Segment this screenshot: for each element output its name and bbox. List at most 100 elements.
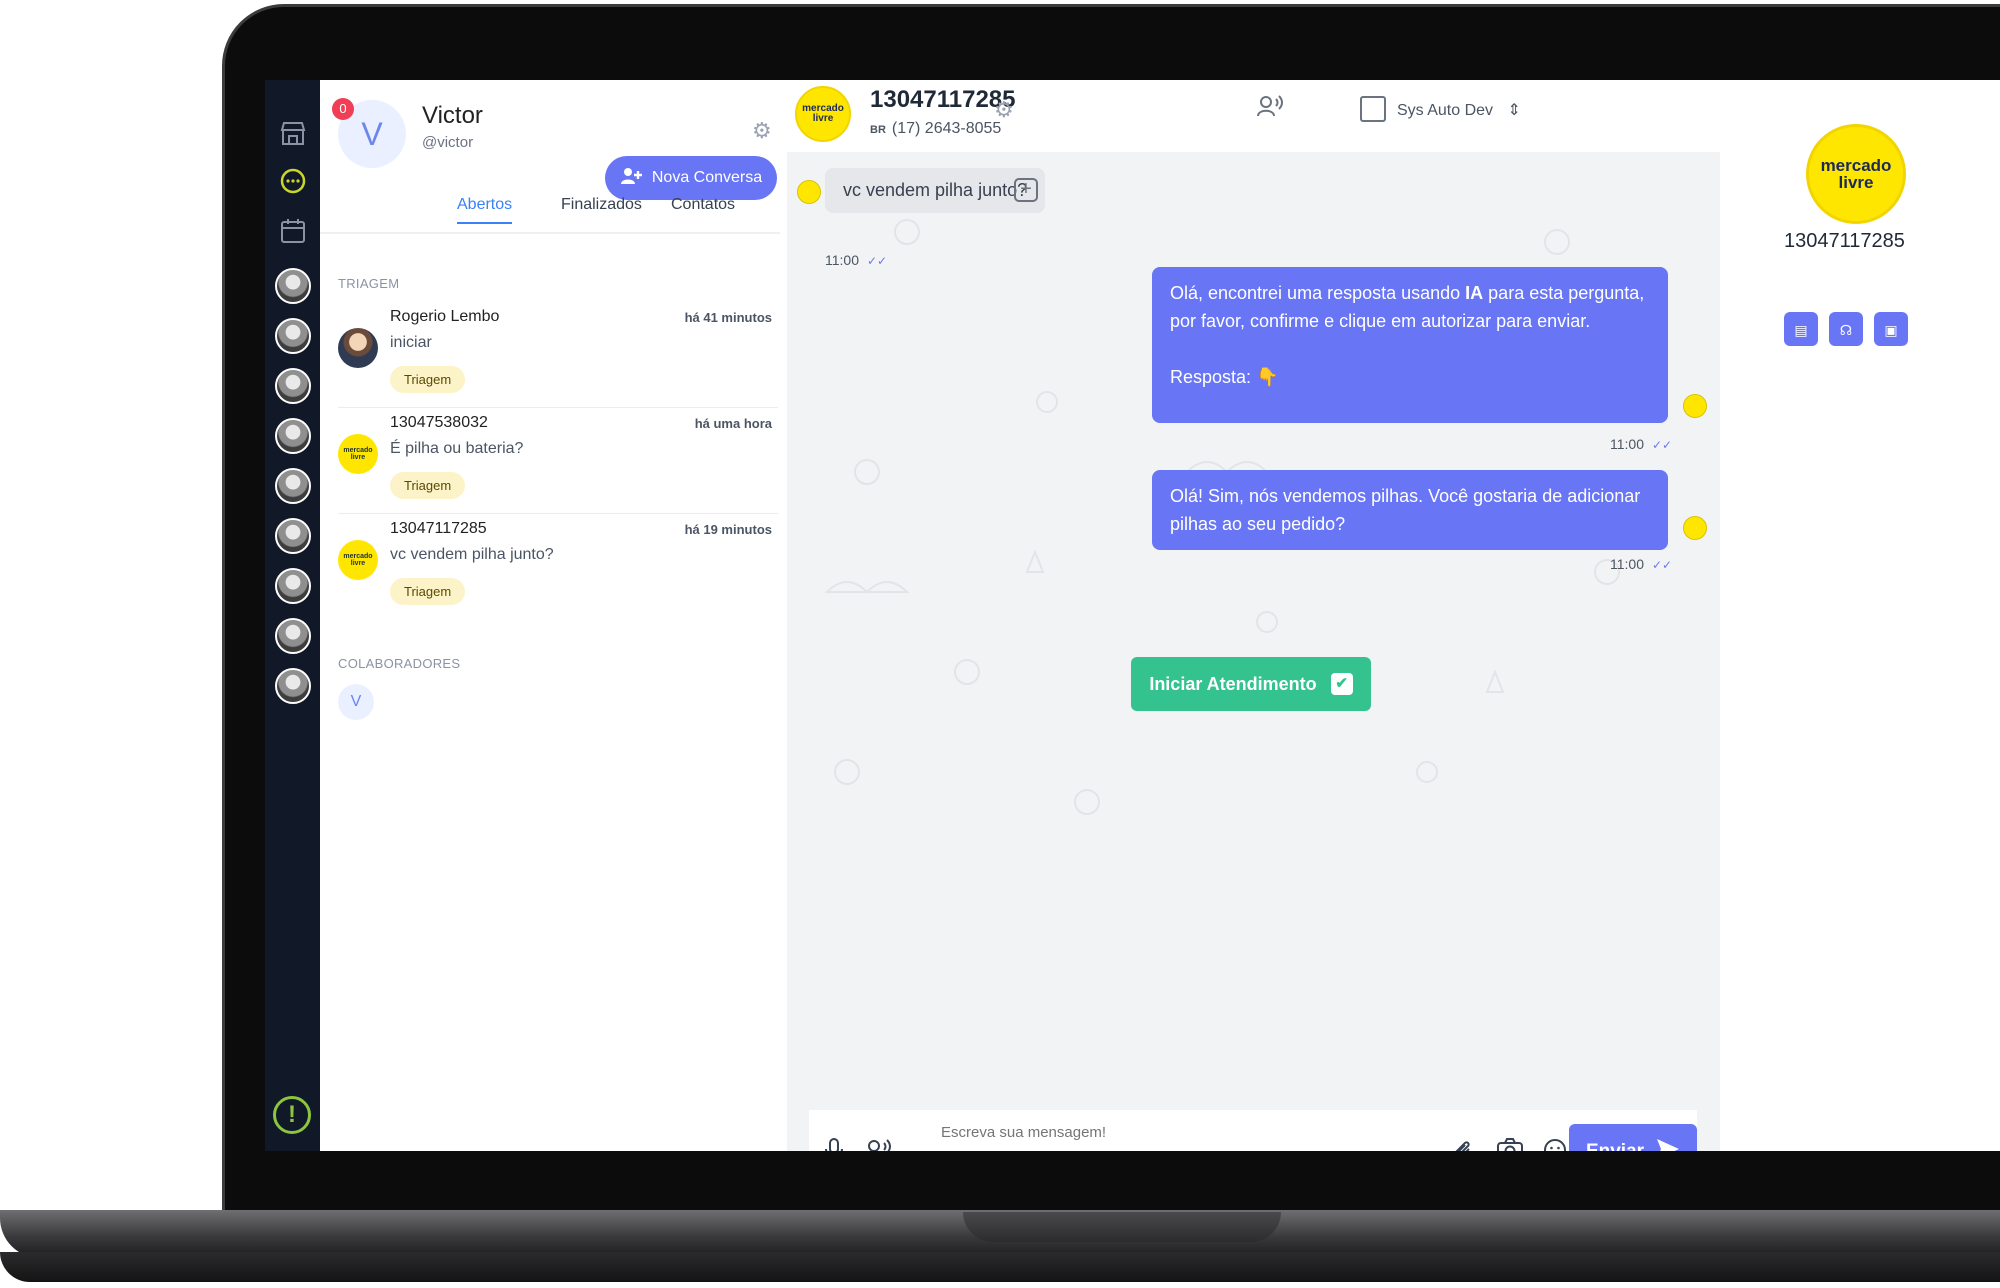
conversation-item[interactable]: mercado livre 13047117285 vc vendem pilha… xyxy=(338,512,778,620)
conversation-name: 13047117285 xyxy=(390,520,487,537)
tabs-divider xyxy=(320,232,780,234)
start-service-label: Iniciar Atendimento xyxy=(1149,673,1317,694)
user-handle: @victor xyxy=(422,134,474,151)
tab-finalizados[interactable]: Finalizados xyxy=(561,196,642,214)
new-conversation-button[interactable]: Nova Conversa xyxy=(605,156,777,200)
read-ticks-icon: ✓✓ xyxy=(1652,558,1673,572)
read-ticks-icon: ✓✓ xyxy=(867,254,888,268)
workspace-name: Sys Auto Dev xyxy=(1397,102,1494,119)
section-collaborators-label: COLABORADORES xyxy=(338,656,461,671)
mercado-livre-logo: mercado livre xyxy=(1806,124,1906,224)
mercado-livre-logo[interactable]: mercado livre xyxy=(795,86,851,142)
settings-gear-icon[interactable]: ⚙ xyxy=(752,118,772,144)
outgoing-message: Olá! Sim, nós vendemos pilhas. Você gost… xyxy=(1152,470,1668,550)
message-composer: Enviar xyxy=(809,1110,1697,1151)
message-time: 11:00 xyxy=(1610,556,1644,572)
chat-area: vc vendem pilha junto? + 11:00 ✓✓ Olá, en… xyxy=(787,152,1720,1151)
collaborator-avatar[interactable]: V xyxy=(338,684,374,720)
store-icon[interactable] xyxy=(275,118,311,154)
contact-info-panel: mercado livre 13047117285 ▤ ☊ ▣ xyxy=(1720,80,2000,1151)
outgoing-message: Olá, encontrei uma resposta usando IA pa… xyxy=(1152,267,1668,423)
message-text: Olá, encontrei uma resposta usando xyxy=(1170,283,1466,303)
collaborator-avatar[interactable] xyxy=(275,668,311,704)
message-meta: 11:00 ✓✓ xyxy=(1610,556,1672,572)
chat-bubble-icon[interactable]: ▤ xyxy=(1784,312,1818,346)
voice-user-icon[interactable]: ☊ xyxy=(1829,312,1863,346)
status-badge: Triagem xyxy=(390,366,466,393)
brand-lettering: mercado livre xyxy=(802,103,844,124)
collaborator-avatar[interactable] xyxy=(275,318,311,354)
checkbox-icon: ✔ xyxy=(1330,673,1353,695)
workspace-selector[interactable]: Sys Auto Dev ⇕ xyxy=(1397,100,1521,120)
chat-icon[interactable] xyxy=(275,166,311,202)
add-user-icon xyxy=(620,167,642,190)
send-arrow-icon xyxy=(1656,1138,1680,1151)
add-icon[interactable]: + xyxy=(1014,178,1038,202)
voice-icon[interactable] xyxy=(1257,94,1283,124)
conversation-name: 13047538032 xyxy=(390,414,488,431)
left-rail: ! xyxy=(265,80,320,1151)
start-service-button[interactable]: Iniciar Atendimento ✔ xyxy=(1131,657,1371,711)
alert-clock-icon[interactable]: ! xyxy=(273,1096,311,1134)
send-button[interactable]: Enviar xyxy=(1569,1124,1697,1151)
mercado-livre-logo xyxy=(797,180,821,204)
answer-label: Resposta: xyxy=(1170,367,1252,387)
bot-avatar xyxy=(1683,516,1707,540)
collaborator-avatar[interactable] xyxy=(275,518,311,554)
conversation-time: há 19 minutos xyxy=(684,522,772,537)
pointing-down-icon: 👇 xyxy=(1256,367,1279,387)
mercado-livre-logo: mercado livre xyxy=(338,540,378,580)
contact-phone: BR (17) 2643-8055 xyxy=(870,120,1001,138)
info-contact-number: 13047117285 xyxy=(1784,230,1905,252)
collaborator-avatar[interactable] xyxy=(275,618,311,654)
section-triage-label: TRIAGEM xyxy=(338,276,400,291)
notification-badge: 0 xyxy=(332,98,354,120)
calendar-icon[interactable] xyxy=(275,216,311,252)
bot-avatar xyxy=(1683,394,1707,418)
emoji-icon[interactable] xyxy=(1543,1138,1567,1151)
message-meta: 11:00 ✓✓ xyxy=(1610,436,1672,452)
collaborator-avatar[interactable] xyxy=(275,468,311,504)
tab-contatos[interactable]: Contatos xyxy=(671,196,735,214)
phone-number: (17) 2643-8055 xyxy=(891,120,1002,137)
conversations-panel: V 0 Victor @victor ⚙ Nova Conversa Abert… xyxy=(320,80,785,1151)
user-name: Victor xyxy=(422,102,483,129)
conversation-item[interactable]: Rogerio Lembo iniciar há 41 minutos Tria… xyxy=(338,300,778,408)
contact-settings-gear-icon[interactable]: ⚙ xyxy=(994,97,1014,123)
send-label: Enviar xyxy=(1586,1141,1644,1151)
microphone-icon[interactable] xyxy=(825,1138,843,1151)
mercado-livre-logo: mercado livre xyxy=(338,434,378,474)
tab-abertos[interactable]: Abertos xyxy=(457,196,513,224)
read-ticks-icon: ✓✓ xyxy=(1652,438,1673,452)
message-text-bold: IA xyxy=(1465,283,1484,303)
new-conversation-label: Nova Conversa xyxy=(651,169,763,186)
workspace-store-icon xyxy=(1360,96,1386,122)
collaborator-avatar[interactable] xyxy=(275,368,311,404)
voice-icon[interactable] xyxy=(865,1138,891,1151)
paperclip-icon[interactable] xyxy=(1451,1138,1473,1151)
message-time: 11:00 xyxy=(825,252,859,268)
conversation-time: há uma hora xyxy=(694,416,772,431)
bot-icon[interactable]: ▣ xyxy=(1874,312,1908,346)
status-badge: Triagem xyxy=(390,472,466,499)
app-screen: ! V 0 Victor @victor ⚙ Nova Conversa Abe… xyxy=(265,80,2000,1151)
status-badge: Triagem xyxy=(390,578,466,605)
laptop-base-lip xyxy=(0,1252,2000,1282)
message-meta: 11:00 ✓✓ xyxy=(825,252,887,268)
message-input[interactable] xyxy=(939,1122,1439,1151)
laptop-notch xyxy=(963,1212,1281,1242)
collaborator-avatar[interactable] xyxy=(275,418,311,454)
brand-text: livre xyxy=(1838,173,1874,192)
country-code: BR xyxy=(870,124,886,136)
conversation-last-message: É pilha ou bateria? xyxy=(390,440,524,457)
message-time: 11:00 xyxy=(1610,436,1644,452)
contact-avatar xyxy=(338,328,378,368)
conversation-name: Rogerio Lembo xyxy=(390,308,500,325)
collaborator-avatar[interactable] xyxy=(275,268,311,304)
collaborator-avatar[interactable] xyxy=(275,568,311,604)
incoming-message: vc vendem pilha junto? xyxy=(825,168,1046,213)
conversation-item[interactable]: mercado livre 13047538032 É pilha ou bate… xyxy=(338,406,778,514)
camera-icon[interactable] xyxy=(1497,1138,1523,1151)
conversation-time: há 41 minutos xyxy=(684,310,772,325)
chevron-updown-icon: ⇕ xyxy=(1507,102,1521,119)
